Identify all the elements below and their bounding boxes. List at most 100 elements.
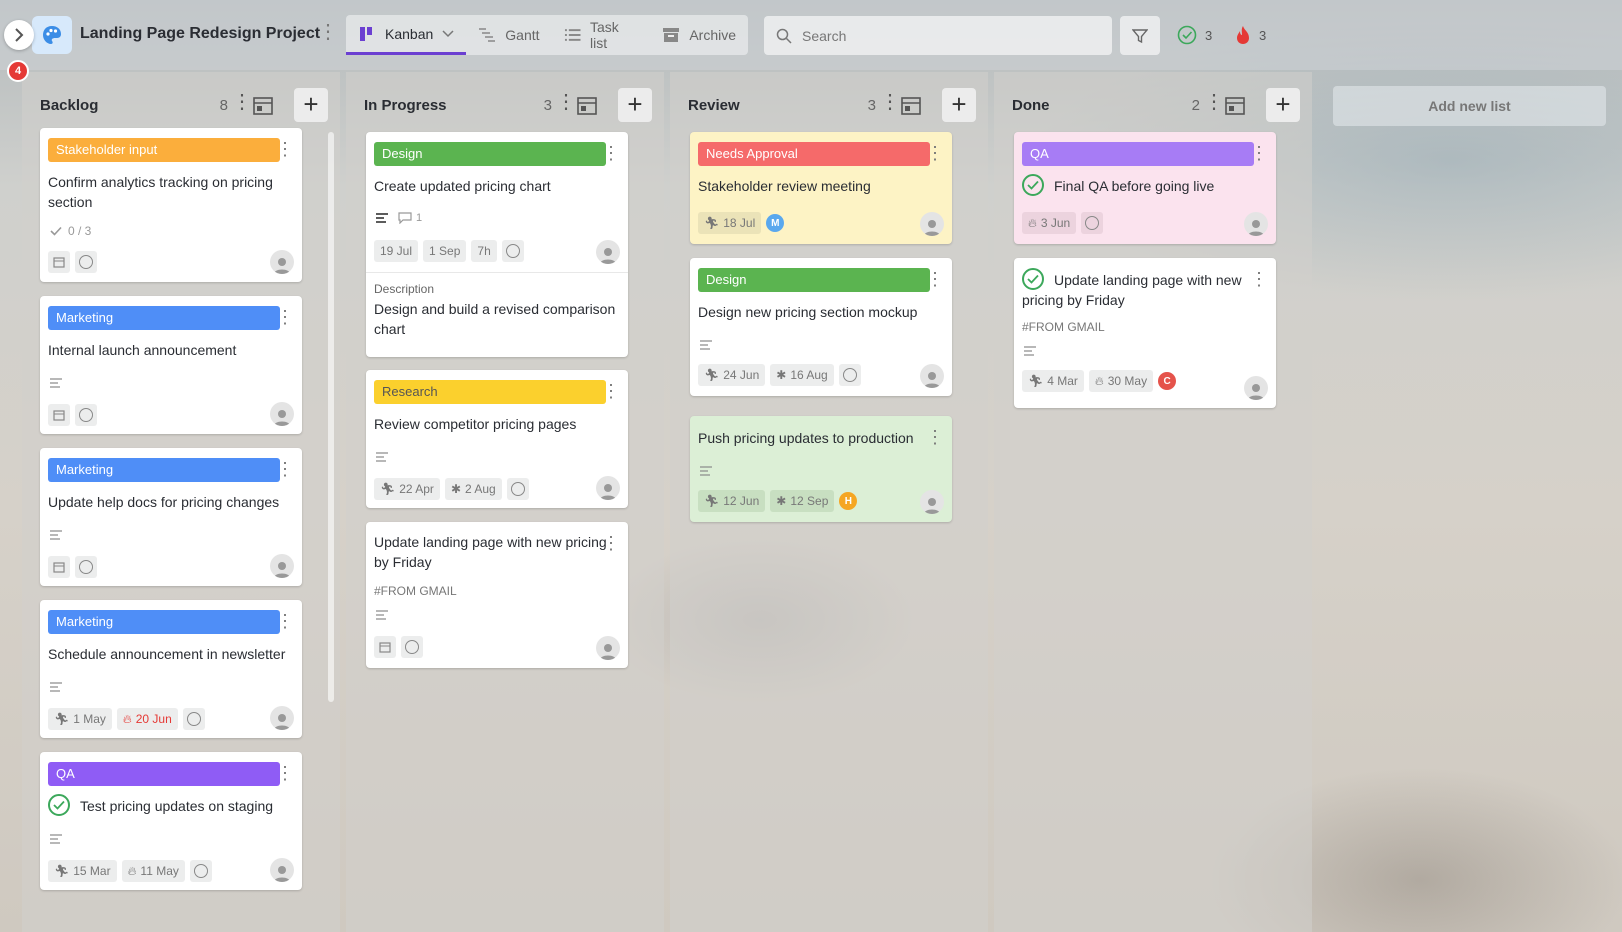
comment-indicator[interactable]: 1 bbox=[398, 212, 422, 224]
card-menu-icon[interactable]: ⋮ bbox=[926, 428, 944, 446]
task-card[interactable]: Research ⋮ Review competitor pricing pag… bbox=[366, 370, 628, 508]
start-date-chip[interactable]: 19 Jul bbox=[374, 240, 419, 262]
card-menu-icon[interactable]: ⋮ bbox=[276, 308, 294, 326]
column-menu-icon[interactable]: ⋮ bbox=[232, 92, 252, 112]
layout-icon[interactable] bbox=[1224, 95, 1246, 117]
date-chip[interactable] bbox=[374, 636, 396, 658]
assignee-avatar[interactable] bbox=[270, 858, 294, 882]
search-box[interactable] bbox=[764, 16, 1112, 55]
column-title[interactable]: Done bbox=[1012, 97, 1050, 114]
assignee-avatar[interactable] bbox=[596, 636, 620, 660]
status-chip[interactable] bbox=[182, 708, 205, 730]
project-menu-icon[interactable]: ⋮ bbox=[318, 22, 338, 42]
project-icon[interactable] bbox=[32, 16, 72, 54]
expand-sidebar-button[interactable] bbox=[4, 20, 34, 50]
start-date-chip[interactable]: 🏃︎ 1 May bbox=[48, 708, 112, 730]
due-date-chip[interactable]: ✱ 16 Aug bbox=[770, 364, 834, 386]
card-menu-icon[interactable]: ⋮ bbox=[1250, 270, 1268, 288]
assignee-avatar[interactable] bbox=[920, 490, 944, 514]
add-card-button[interactable]: + bbox=[294, 88, 328, 122]
status-chip[interactable] bbox=[501, 240, 524, 262]
task-card[interactable]: ⋮ Push pricing updates to production 🏃︎ 1… bbox=[690, 416, 952, 522]
due-date-chip[interactable]: ✱ 2 Aug bbox=[444, 478, 502, 500]
assignee-avatar[interactable] bbox=[270, 250, 294, 274]
due-date-chip[interactable]: 🔥︎ 11 May bbox=[121, 860, 185, 882]
tab-archive[interactable]: Archive bbox=[650, 15, 748, 55]
tab-gantt[interactable]: Gantt bbox=[466, 15, 551, 55]
subtask-progress[interactable]: 0 / 3 bbox=[50, 224, 91, 238]
date-chip[interactable] bbox=[48, 251, 70, 273]
assignee-avatar[interactable] bbox=[270, 402, 294, 426]
filter-button[interactable] bbox=[1120, 16, 1160, 55]
start-date-chip[interactable]: 🏃︎ 22 Apr bbox=[374, 478, 440, 500]
status-chip[interactable] bbox=[189, 860, 212, 882]
due-date-chip[interactable]: 🔥︎ 20 Jun bbox=[116, 708, 178, 730]
assignee-avatar[interactable] bbox=[1244, 376, 1268, 400]
estimate-chip[interactable]: 7h bbox=[471, 240, 497, 262]
notification-badge[interactable]: 4 bbox=[7, 60, 29, 82]
assignee-initial[interactable]: C bbox=[1158, 372, 1177, 390]
tab-kanban[interactable]: Kanban bbox=[346, 15, 467, 55]
status-chip[interactable] bbox=[75, 404, 97, 426]
layout-icon[interactable] bbox=[900, 95, 922, 117]
column-menu-icon[interactable]: ⋮ bbox=[556, 92, 576, 112]
start-date-chip[interactable]: 🏃︎ 15 Mar bbox=[48, 860, 117, 882]
card-menu-icon[interactable]: ⋮ bbox=[926, 270, 944, 288]
assignee-avatar[interactable] bbox=[596, 476, 620, 500]
scrollbar[interactable] bbox=[328, 132, 334, 702]
status-chip[interactable] bbox=[1081, 212, 1104, 234]
task-card[interactable]: ⋮ Update landing page with new pricing by… bbox=[366, 522, 628, 668]
task-card[interactable]: Marketing ⋮ Schedule announcement in new… bbox=[40, 600, 302, 738]
column-title[interactable]: In Progress bbox=[364, 97, 447, 114]
task-card[interactable]: QA ⋮ Final QA before going live 🔥︎ 3 Jun bbox=[1014, 132, 1276, 244]
due-date-chip[interactable]: 🔥︎ 3 Jun bbox=[1022, 212, 1077, 234]
add-new-list-button[interactable]: Add new list bbox=[1333, 86, 1606, 126]
start-date-chip[interactable]: 🏃︎ 12 Jun bbox=[698, 490, 766, 512]
column-title[interactable]: Review bbox=[688, 97, 740, 114]
assignee-avatar[interactable] bbox=[920, 364, 944, 388]
status-chip[interactable] bbox=[838, 364, 861, 386]
due-date-chip[interactable]: 🔥︎ 30 May bbox=[1088, 370, 1154, 392]
layout-icon[interactable] bbox=[252, 95, 274, 117]
task-card[interactable]: Needs Approval ⋮ Stakeholder review meet… bbox=[690, 132, 952, 244]
search-input[interactable] bbox=[802, 27, 1092, 44]
overdue-stat[interactable]: 3 bbox=[1235, 25, 1266, 45]
status-chip[interactable] bbox=[75, 251, 97, 273]
start-date-chip[interactable]: 🏃︎ 18 Jul bbox=[698, 212, 762, 234]
card-menu-icon[interactable]: ⋮ bbox=[276, 460, 294, 478]
start-date-chip[interactable]: 🏃︎ 4 Mar bbox=[1022, 370, 1084, 392]
due-date-chip[interactable]: 1 Sep bbox=[423, 240, 467, 262]
add-card-button[interactable]: + bbox=[942, 88, 976, 122]
card-menu-icon[interactable]: ⋮ bbox=[602, 382, 620, 400]
status-chip[interactable] bbox=[506, 478, 529, 500]
task-card[interactable]: Design ⋮ Design new pricing section mock… bbox=[690, 258, 952, 396]
card-menu-icon[interactable]: ⋮ bbox=[276, 612, 294, 630]
start-date-chip[interactable]: 🏃︎ 24 Jun bbox=[698, 364, 766, 386]
date-chip[interactable] bbox=[48, 556, 70, 578]
task-card[interactable]: QA ⋮ Test pricing updates on staging 🏃︎ 1… bbox=[40, 752, 302, 890]
column-menu-icon[interactable]: ⋮ bbox=[880, 92, 900, 112]
task-card[interactable]: Stakeholder input ⋮ Confirm analytics tr… bbox=[40, 128, 302, 282]
due-date-chip[interactable]: ✱ 12 Sep bbox=[770, 490, 835, 512]
layout-icon[interactable] bbox=[576, 95, 598, 117]
task-card[interactable]: Marketing ⋮ Internal launch announcement bbox=[40, 296, 302, 434]
assignee-avatar[interactable] bbox=[270, 706, 294, 730]
assignee-avatar[interactable] bbox=[270, 554, 294, 578]
column-title[interactable]: Backlog bbox=[40, 97, 98, 114]
card-menu-icon[interactable]: ⋮ bbox=[276, 140, 294, 158]
status-chip[interactable] bbox=[401, 636, 423, 658]
project-title[interactable]: Landing Page Redesign Project bbox=[80, 25, 320, 43]
card-menu-icon[interactable]: ⋮ bbox=[602, 144, 620, 162]
card-menu-icon[interactable]: ⋮ bbox=[1250, 144, 1268, 162]
column-menu-icon[interactable]: ⋮ bbox=[1204, 92, 1224, 112]
assignee-initial[interactable]: H bbox=[839, 492, 858, 510]
task-card[interactable]: Design ⋮ Create updated pricing chart 1 … bbox=[366, 132, 628, 357]
tab-task-list[interactable]: Task list bbox=[552, 15, 651, 55]
status-chip[interactable] bbox=[75, 556, 97, 578]
assignee-avatar[interactable] bbox=[920, 212, 944, 236]
card-menu-icon[interactable]: ⋮ bbox=[276, 764, 294, 782]
completed-stat[interactable]: 3 bbox=[1177, 25, 1212, 45]
assignee-avatar[interactable] bbox=[596, 240, 620, 264]
add-card-button[interactable]: + bbox=[1266, 88, 1300, 122]
assignee-avatar[interactable] bbox=[1244, 212, 1268, 236]
